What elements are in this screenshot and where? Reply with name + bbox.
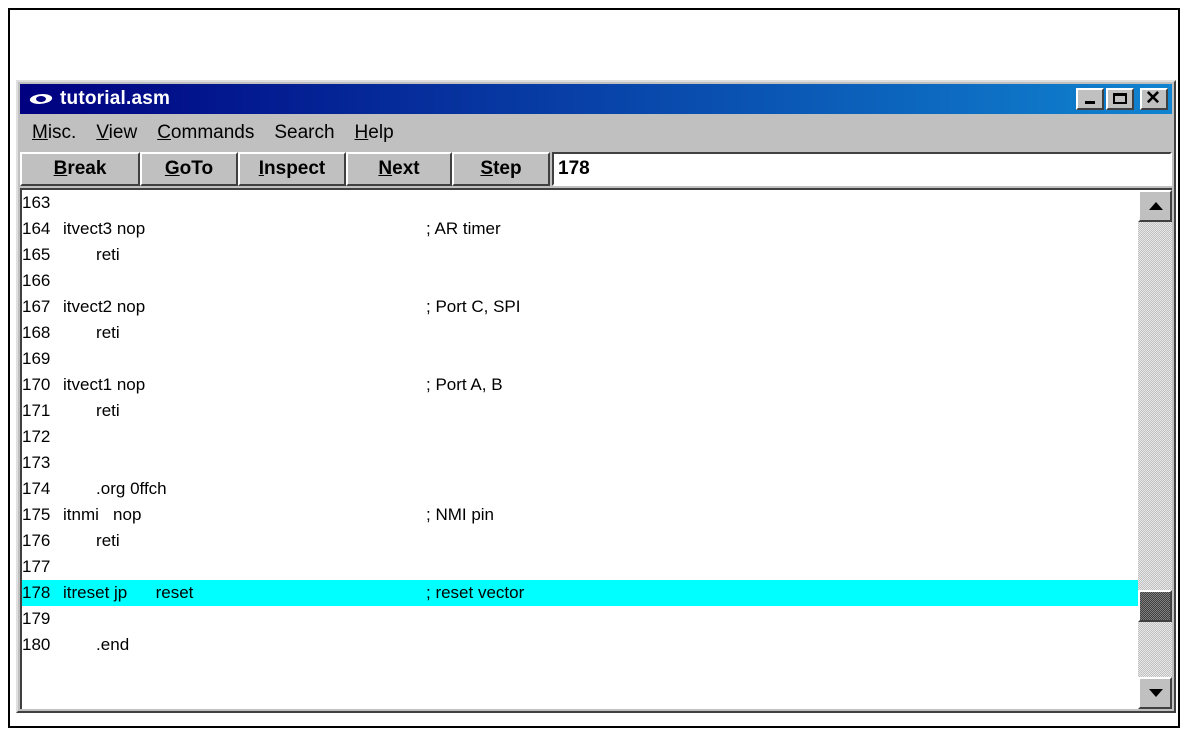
minimize-button[interactable] bbox=[1076, 88, 1104, 110]
window-controls: ✕ bbox=[1076, 88, 1168, 110]
line-number: 171 bbox=[22, 401, 51, 420]
code-text: itvect3 nop bbox=[63, 219, 146, 238]
command-toolbar: Break GoTo Inspect Next Step 178 bbox=[20, 152, 1172, 186]
line-number: 177 bbox=[22, 557, 51, 576]
menu-search[interactable]: Search bbox=[264, 122, 344, 144]
step-button[interactable]: Step bbox=[452, 152, 550, 186]
eye-logo-icon[interactable] bbox=[28, 89, 56, 109]
line-number: 173 bbox=[22, 453, 51, 472]
code-comment: ; NMI pin bbox=[426, 505, 495, 524]
code-line[interactable]: 169 bbox=[22, 346, 1138, 372]
code-line[interactable]: 173 bbox=[22, 450, 1138, 476]
line-number: 174 bbox=[22, 479, 51, 498]
title-bar[interactable]: tutorial.asm ✕ bbox=[20, 84, 1172, 114]
code-text: reti bbox=[63, 531, 120, 550]
code-line[interactable]: 167 itvect2 nop ; Port C, SPI bbox=[22, 294, 1138, 320]
line-number: 175 bbox=[22, 505, 51, 524]
menu-help[interactable]: Help bbox=[345, 122, 404, 144]
code-line[interactable]: 172 bbox=[22, 424, 1138, 450]
code-text: itvect2 nop bbox=[63, 297, 146, 316]
code-line[interactable]: 170 itvect1 nop ; Port A, B bbox=[22, 372, 1138, 398]
line-number: 169 bbox=[22, 349, 51, 368]
code-line[interactable]: 175 itnmi nop ; NMI pin bbox=[22, 502, 1138, 528]
code-line[interactable]: 166 bbox=[22, 268, 1138, 294]
close-icon: ✕ bbox=[1145, 88, 1161, 109]
line-number: 167 bbox=[22, 297, 51, 316]
arrow-down-icon bbox=[1149, 689, 1163, 697]
code-line[interactable]: 168 reti bbox=[22, 320, 1138, 346]
code-comment: ; Port A, B bbox=[426, 375, 503, 394]
line-number: 164 bbox=[22, 219, 51, 238]
inspect-button[interactable]: Inspect bbox=[238, 152, 346, 186]
code-line[interactable]: 163 bbox=[22, 190, 1138, 216]
code-line[interactable]: 171 reti bbox=[22, 398, 1138, 424]
code-text: .end bbox=[63, 635, 130, 654]
close-button[interactable]: ✕ bbox=[1140, 88, 1168, 110]
code-text: reti bbox=[63, 401, 120, 420]
code-text: itreset jp reset bbox=[63, 583, 194, 602]
code-view[interactable]: 163 164 itvect3 nop ; AR timer 165 reti 166 16… bbox=[22, 190, 1138, 709]
window-title: tutorial.asm bbox=[60, 88, 171, 109]
code-text: reti bbox=[63, 245, 120, 264]
menu-view[interactable]: View bbox=[86, 122, 147, 144]
line-number: 176 bbox=[22, 531, 51, 550]
line-number: 172 bbox=[22, 427, 51, 446]
goto-button[interactable]: GoTo bbox=[140, 152, 238, 186]
arrow-up-icon bbox=[1149, 202, 1163, 210]
break-button[interactable]: Break bbox=[20, 152, 140, 186]
menu-misc[interactable]: Misc. bbox=[22, 122, 86, 144]
code-line[interactable]: 165 reti bbox=[22, 242, 1138, 268]
code-line[interactable]: 164 itvect3 nop ; AR timer bbox=[22, 216, 1138, 242]
scroll-down-button[interactable] bbox=[1138, 677, 1172, 709]
next-button[interactable]: Next bbox=[346, 152, 452, 186]
line-number: 178 bbox=[22, 583, 51, 602]
code-comment: ; Port C, SPI bbox=[426, 297, 521, 316]
menu-bar: Misc. View Commands Search Help bbox=[22, 118, 404, 148]
line-number: 170 bbox=[22, 375, 51, 394]
code-line[interactable]: 179 bbox=[22, 606, 1138, 632]
code-editor[interactable]: 163 164 itvect3 nop ; AR timer 165 reti 166 16… bbox=[20, 188, 1172, 709]
line-number: 166 bbox=[22, 271, 51, 290]
line-number: 179 bbox=[22, 609, 51, 628]
code-comment: ; AR timer bbox=[426, 219, 501, 238]
vertical-scrollbar[interactable] bbox=[1138, 190, 1172, 709]
code-text: itnmi nop bbox=[63, 505, 142, 524]
source-window: tutorial.asm ✕ Misc. View Commands Search He… bbox=[16, 80, 1176, 713]
code-line[interactable]: 177 bbox=[22, 554, 1138, 580]
scroll-up-button[interactable] bbox=[1138, 190, 1172, 222]
code-line[interactable]: 180 .end bbox=[22, 632, 1138, 658]
line-number: 180 bbox=[22, 635, 51, 654]
menu-commands[interactable]: Commands bbox=[147, 122, 264, 144]
line-number: 163 bbox=[22, 193, 51, 212]
maximize-icon bbox=[1113, 93, 1127, 104]
code-text: .org 0ffch bbox=[63, 479, 167, 498]
line-number-field[interactable]: 178 bbox=[552, 152, 1172, 186]
current-code-line[interactable]: 178 itreset jp reset ; reset vector bbox=[22, 580, 1138, 606]
code-line[interactable]: 176 reti bbox=[22, 528, 1138, 554]
minimize-icon bbox=[1085, 101, 1095, 104]
code-text: reti bbox=[63, 323, 120, 342]
code-comment: ; reset vector bbox=[426, 583, 525, 602]
maximize-button[interactable] bbox=[1106, 88, 1134, 110]
scroll-thumb[interactable] bbox=[1138, 590, 1172, 622]
line-number: 168 bbox=[22, 323, 51, 342]
code-text: itvect1 nop bbox=[63, 375, 146, 394]
line-number: 165 bbox=[22, 245, 51, 264]
code-line[interactable]: 174 .org 0ffch bbox=[22, 476, 1138, 502]
